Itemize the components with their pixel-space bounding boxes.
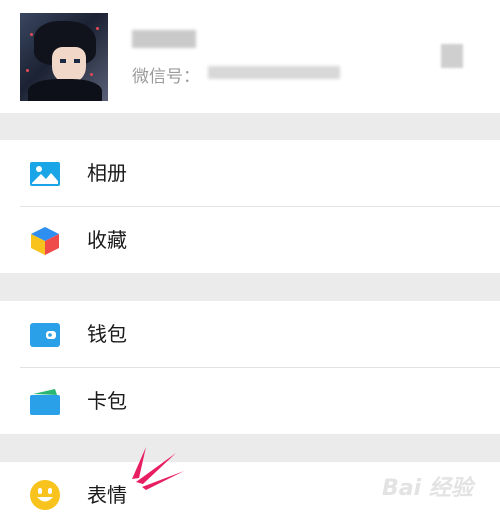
menu-group-1: 相册 收藏 — [0, 140, 500, 273]
avatar-spark — [30, 33, 33, 36]
card-package-icon — [29, 387, 61, 417]
avatar[interactable] — [20, 13, 108, 101]
avatar-spark — [26, 69, 29, 72]
watermark: Bai 经验 — [382, 476, 473, 501]
menu-item-label: 钱包 — [87, 322, 127, 346]
wechat-id-label: 微信号： — [132, 67, 200, 87]
avatar-eye-left — [60, 59, 66, 63]
menu-item-label: 卡包 — [87, 389, 127, 413]
menu-item-wallet[interactable]: 钱包 — [0, 301, 500, 367]
qr-code-icon[interactable] — [441, 44, 463, 68]
avatar-spark — [96, 27, 99, 30]
annotation-marks — [120, 445, 190, 495]
album-icon — [29, 159, 61, 189]
menu-item-favorites[interactable]: 收藏 — [0, 207, 500, 273]
menu-group-2: 钱包 卡包 — [0, 301, 500, 434]
avatar-body — [28, 79, 102, 101]
wechat-id-value — [208, 66, 340, 79]
favorites-cube-icon — [29, 226, 61, 256]
menu-item-label: 相册 — [87, 161, 127, 185]
menu-item-album[interactable]: 相册 — [0, 140, 500, 206]
nickname — [132, 30, 196, 48]
profile-header[interactable]: 微信号： — [0, 0, 500, 113]
emoji-smile-icon — [29, 479, 61, 510]
avatar-spark — [90, 73, 93, 76]
menu-item-card-package[interactable]: 卡包 — [0, 368, 500, 434]
avatar-face — [52, 47, 86, 83]
avatar-eye-right — [74, 59, 80, 63]
wallet-icon — [29, 320, 61, 350]
menu-item-label: 收藏 — [87, 228, 127, 252]
